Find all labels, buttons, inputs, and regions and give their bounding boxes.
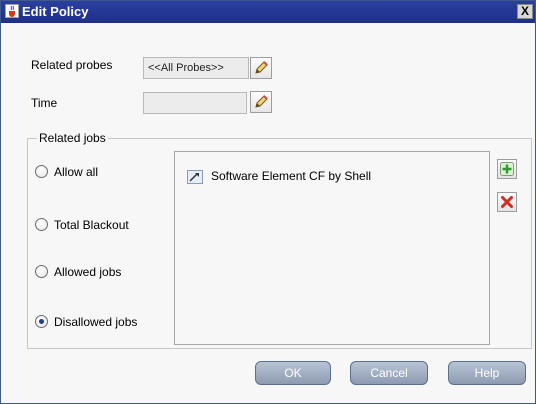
remove-icon (501, 196, 513, 208)
radio-label: Disallowed jobs (54, 315, 138, 329)
radio-selected-dot (39, 319, 44, 324)
radio-circle[interactable] (35, 165, 48, 178)
radio-circle[interactable] (35, 315, 48, 328)
job-icon (187, 170, 203, 184)
radio-label: Total Blackout (54, 218, 129, 232)
help-button[interactable]: Help (448, 361, 526, 385)
title-bar[interactable]: Edit Policy X (1, 1, 535, 23)
edit-probes-button[interactable] (250, 57, 272, 79)
pencil-icon (255, 61, 268, 74)
jobs-list[interactable]: Software Element CF by Shell (174, 151, 490, 345)
radio-circle[interactable] (35, 265, 48, 278)
remove-job-button[interactable] (497, 192, 517, 212)
radio-label: Allow all (54, 165, 99, 179)
related-jobs-legend: Related jobs (37, 131, 108, 145)
time-label: Time (31, 96, 58, 110)
java-cup-icon (5, 4, 19, 18)
related-probes-label: Related probes (31, 58, 113, 72)
time-field (143, 92, 247, 114)
ok-button[interactable]: OK (255, 361, 331, 385)
related-probes-field: <<All Probes>> (143, 57, 249, 79)
cancel-button[interactable]: Cancel (350, 361, 428, 385)
job-label: Software Element CF by Shell (211, 169, 372, 183)
close-button[interactable]: X (517, 4, 533, 19)
dialog-title: Edit Policy (22, 4, 89, 19)
radio-label: Allowed jobs (54, 265, 122, 279)
plus-icon (500, 162, 514, 176)
pencil-icon (255, 95, 268, 108)
edit-time-button[interactable] (250, 91, 272, 113)
edit-policy-dialog: Edit Policy X Related probes <<All Probe… (0, 0, 536, 404)
add-job-button[interactable] (497, 159, 517, 179)
radio-circle[interactable] (35, 218, 48, 231)
